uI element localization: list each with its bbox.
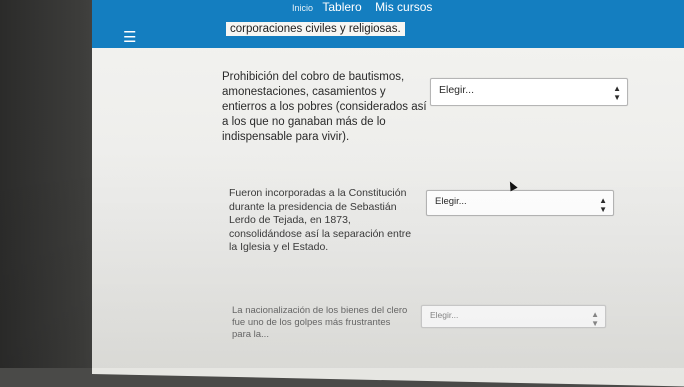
select-value: Elegir... (435, 196, 467, 207)
answer-select[interactable]: Elegir... ▲ ▼ (421, 305, 606, 328)
answer-select[interactable]: Elegir... ▲ ▼ (430, 78, 628, 106)
question-text: Fueron incorporadas a la Constitución du… (229, 187, 412, 253)
question-text-fragment: corporaciones civiles y religiosas. (226, 22, 405, 36)
select-arrow-icon: ▲ ▼ (591, 310, 599, 328)
question-text: Prohibición del cobro de bautismos, amon… (222, 71, 427, 143)
nav-mis-cursos[interactable]: Mis cursos (375, 0, 432, 14)
question-text: La nacionalización de los bienes del cle… (232, 305, 408, 340)
select-value: Elegir... (430, 310, 459, 320)
select-arrow-icon: ▲ ▼ (613, 84, 621, 102)
nav-inicio[interactable]: Inicio (292, 3, 313, 13)
menu-icon[interactable]: ☰ (123, 30, 136, 46)
select-value: Elegir... (439, 84, 475, 96)
nav-links: Inicio Tablero Mis cursos (292, 0, 442, 14)
answer-select[interactable]: Elegir... ▲ ▼ (426, 190, 614, 216)
select-arrow-icon: ▲ ▼ (599, 196, 607, 214)
nav-tablero[interactable]: Tablero (322, 0, 361, 14)
